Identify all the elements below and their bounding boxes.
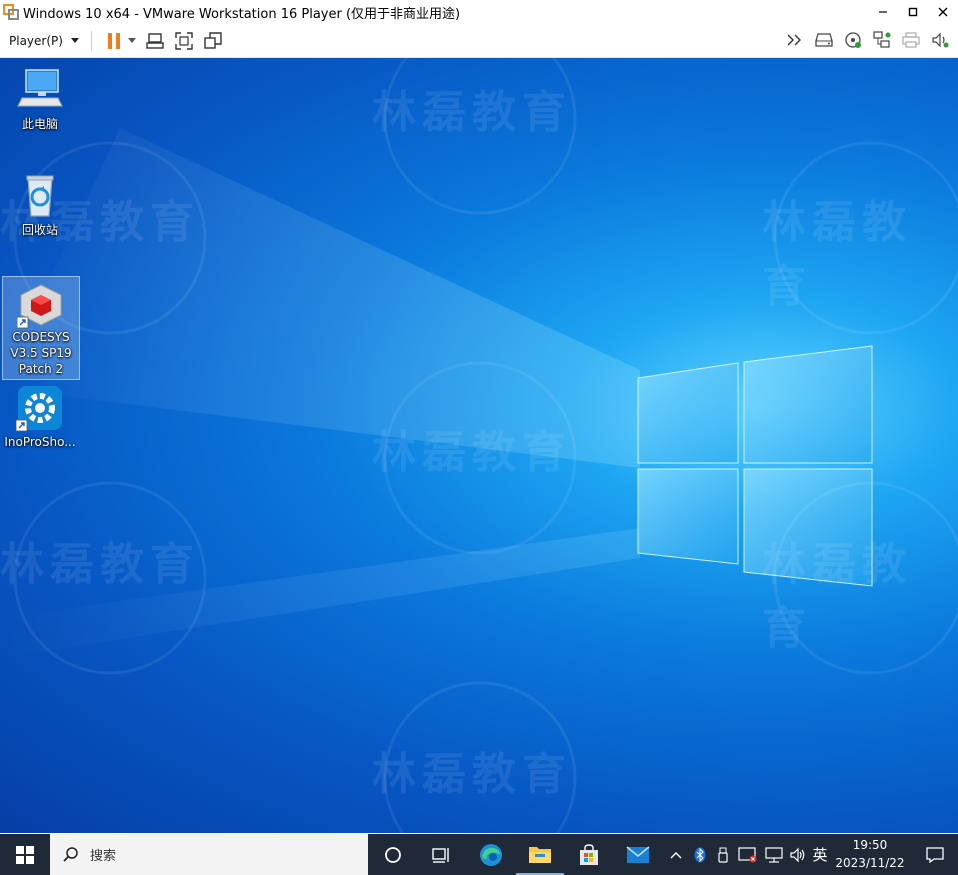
- vmware-icon: [3, 4, 19, 20]
- usb-icon[interactable]: [713, 834, 733, 875]
- recycle-bin-icon: [16, 172, 64, 220]
- inoproshop-icon: [15, 384, 64, 432]
- desktop-icon-label: CODESYS V3.5 SP19 Patch 2: [10, 330, 72, 376]
- search-placeholder: 搜索: [90, 849, 117, 864]
- codesys-icon: [16, 281, 65, 329]
- mail-icon[interactable]: [614, 834, 662, 875]
- minimize-icon[interactable]: [868, 0, 898, 24]
- taskbar: 搜索 英 19:50 2023/11/22: [0, 834, 958, 875]
- bluetooth-icon[interactable]: [690, 834, 710, 875]
- network-adapter-icon[interactable]: [870, 28, 894, 52]
- store-icon[interactable]: [565, 834, 613, 875]
- taskbar-search-box[interactable]: 搜索: [50, 834, 368, 875]
- desktop-icon-recycle-bin[interactable]: 回收站: [2, 172, 78, 238]
- desktop-icon-this-pc[interactable]: 此电脑: [2, 66, 78, 132]
- notification-icon[interactable]: [912, 834, 958, 875]
- printer-icon[interactable]: [899, 28, 923, 52]
- desktop-icon-inoproshop[interactable]: InoProSho...: [2, 384, 78, 450]
- watermark-7: 林磊教育: [372, 749, 572, 800]
- desktop-icon-label: 回收站: [21, 223, 58, 237]
- clock-date: 2023/11/22: [835, 856, 905, 870]
- network-icon[interactable]: [762, 834, 786, 875]
- more-icon[interactable]: [783, 28, 807, 52]
- hard-disk-icon[interactable]: [812, 28, 836, 52]
- pause-icon[interactable]: [102, 29, 126, 53]
- taskbar-clock[interactable]: 19:50 2023/11/22: [830, 836, 910, 872]
- toolbar-divider: [90, 30, 92, 51]
- computer-icon: [16, 66, 64, 114]
- desktop-icon-codesys[interactable]: CODESYS V3.5 SP19 Patch 2: [2, 276, 80, 380]
- clock-time: 19:50: [852, 838, 888, 852]
- watermark-5: 林磊教育: [762, 539, 912, 654]
- watermark-4: 林磊教育: [372, 427, 572, 478]
- windows-logo-icon: [16, 845, 34, 864]
- vmware-toolbar: Player(P): [0, 24, 958, 58]
- volume-icon[interactable]: [787, 834, 809, 875]
- chevron-down-icon: [70, 37, 79, 43]
- security-icon[interactable]: [736, 834, 760, 875]
- desktop-icon-label: InoProSho...: [4, 435, 76, 449]
- watermark-1: 林磊教育: [372, 87, 572, 138]
- search-icon: [63, 846, 78, 862]
- task-view-icon[interactable]: [417, 834, 465, 875]
- unity-icon[interactable]: [201, 29, 225, 53]
- send-ctrl-alt-del-icon[interactable]: [143, 29, 167, 53]
- ime-indicator[interactable]: 英: [809, 834, 831, 875]
- file-explorer-icon[interactable]: [516, 834, 564, 875]
- window-title: Windows 10 x64 - VMware Workstation 16 P…: [23, 6, 461, 22]
- cortana-icon[interactable]: [369, 834, 417, 875]
- dropdown-arrow-icon[interactable]: [126, 29, 138, 53]
- player-menu[interactable]: Player(P): [9, 34, 79, 48]
- edge-icon[interactable]: [467, 834, 515, 875]
- watermark-2: 林磊教育: [762, 197, 912, 312]
- guest-desktop[interactable]: 林磊教育 林磊教育 林磊教育 林磊教育 林磊教育 林磊教育 林磊教育 此电脑 回…: [0, 58, 958, 833]
- close-icon[interactable]: [928, 0, 958, 24]
- window-titlebar[interactable]: Windows 10 x64 - VMware Workstation 16 P…: [0, 0, 958, 24]
- start-button[interactable]: [0, 834, 50, 875]
- cd-icon[interactable]: [841, 28, 865, 52]
- desktop-icon-label: 此电脑: [21, 117, 58, 131]
- maximize-icon[interactable]: [898, 0, 928, 24]
- show-hidden-icon[interactable]: [666, 834, 686, 875]
- watermark-6: 林磊教育: [0, 539, 200, 590]
- player-menu-label: Player(P): [9, 33, 63, 48]
- device-toolbar: [783, 28, 952, 52]
- sound-icon[interactable]: [928, 28, 952, 52]
- fullscreen-icon[interactable]: [172, 29, 196, 53]
